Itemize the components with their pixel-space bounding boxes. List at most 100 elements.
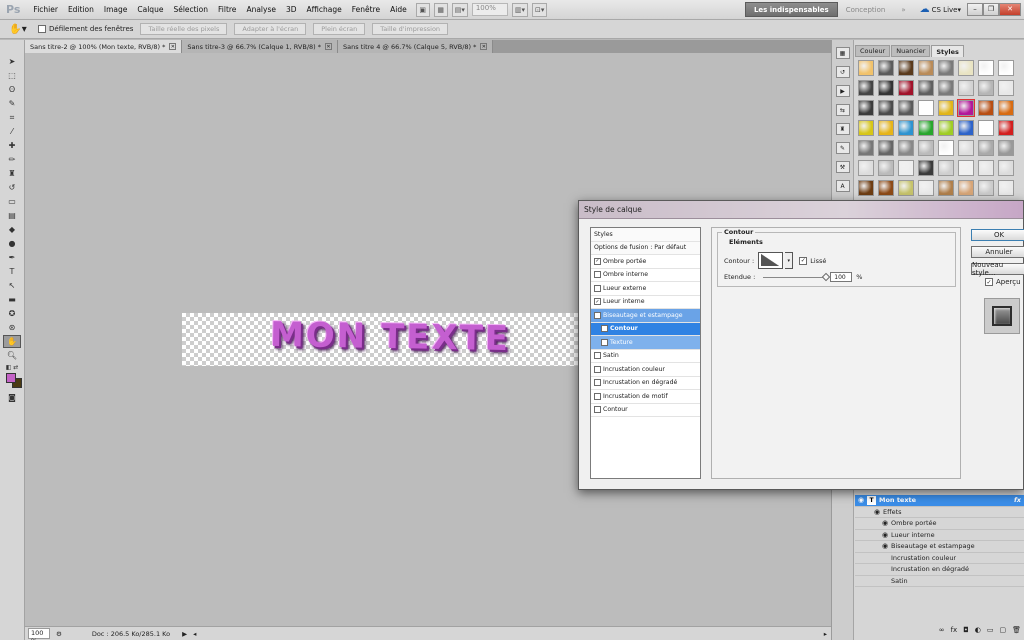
quick-select-tool-icon[interactable]: ✎ bbox=[3, 97, 21, 110]
style-swatch[interactable] bbox=[898, 160, 914, 176]
style-list-item[interactable]: Contour bbox=[591, 404, 700, 417]
smooth-checkbox[interactable]: ✓ bbox=[799, 256, 808, 265]
tab-nuancier[interactable]: Nuancier bbox=[891, 45, 931, 57]
foreground-color-swatch[interactable] bbox=[6, 373, 16, 383]
style-swatch[interactable] bbox=[938, 80, 954, 96]
blend-options-row[interactable]: Options de fusion : Par défaut bbox=[591, 241, 700, 255]
checkbox-icon[interactable] bbox=[601, 338, 608, 346]
new-layer-icon[interactable]: ▢ bbox=[999, 626, 1006, 638]
gradient-tool-icon[interactable]: ▤ bbox=[3, 209, 21, 222]
menu-image[interactable]: Image bbox=[99, 5, 133, 14]
layer-effects-row[interactable]: ◉ Effets bbox=[855, 507, 1024, 518]
style-swatch[interactable] bbox=[878, 120, 894, 136]
style-list-item[interactable]: Satin bbox=[591, 350, 700, 363]
healing-tool-icon[interactable]: ✚ bbox=[3, 139, 21, 152]
style-swatch[interactable] bbox=[918, 180, 934, 196]
style-swatch[interactable] bbox=[958, 160, 974, 176]
style-swatch[interactable] bbox=[998, 120, 1014, 136]
character-icon[interactable]: A bbox=[835, 180, 850, 192]
style-swatch[interactable] bbox=[858, 140, 874, 156]
hand-tool-preset-icon[interactable]: ✋▾ bbox=[6, 22, 30, 37]
extras-icon[interactable]: ▤▾ bbox=[451, 2, 468, 17]
tab-styles[interactable]: Styles bbox=[931, 45, 964, 57]
style-swatch[interactable] bbox=[958, 140, 974, 156]
layer-effect-row[interactable]: Incrustation couleur bbox=[855, 553, 1024, 564]
swap-colors-icon[interactable]: ◧ ⇄ bbox=[3, 363, 21, 371]
style-swatch[interactable] bbox=[978, 100, 994, 116]
add-style-icon[interactable]: fx bbox=[951, 626, 958, 638]
close-icon[interactable]: ✕ bbox=[999, 2, 1021, 16]
range-slider[interactable] bbox=[763, 272, 831, 281]
menu-affichage[interactable]: Affichage bbox=[302, 5, 347, 14]
mini-bridge-icon[interactable]: ▦ bbox=[835, 47, 850, 59]
3d-rotate-tool-icon[interactable]: ✪ bbox=[3, 307, 21, 320]
quick-mask-icon[interactable]: ◙ bbox=[3, 391, 21, 404]
tab-sans-titre-4[interactable]: Sans titre 4 @ 66.7% (Calque 5, RVB/8) *… bbox=[338, 40, 494, 53]
style-swatch[interactable] bbox=[978, 60, 994, 76]
style-swatch[interactable] bbox=[958, 120, 974, 136]
style-swatch[interactable] bbox=[878, 180, 894, 196]
style-swatch[interactable] bbox=[878, 160, 894, 176]
scroll-right-icon[interactable]: ▸ bbox=[824, 630, 827, 638]
checkbox-icon[interactable] bbox=[594, 284, 601, 292]
clone-stamp-tool-icon[interactable]: ♜ bbox=[3, 167, 21, 180]
menu-3d[interactable]: 3D bbox=[281, 5, 302, 14]
checkbox-icon[interactable] bbox=[594, 392, 601, 400]
zoom-level-field[interactable]: 100% bbox=[471, 3, 508, 16]
crop-tool-icon[interactable]: ⌗ bbox=[3, 111, 21, 124]
menu-filtre[interactable]: Filtre bbox=[213, 5, 241, 14]
workspace-design-button[interactable]: Conception bbox=[838, 2, 894, 17]
restore-icon[interactable]: ❐ bbox=[983, 2, 999, 16]
add-mask-icon[interactable]: ◘ bbox=[963, 626, 969, 638]
menu-calque[interactable]: Calque bbox=[132, 5, 168, 14]
visibility-eye-icon[interactable]: ◉ bbox=[879, 542, 891, 550]
slider-thumb[interactable] bbox=[822, 272, 831, 281]
visibility-eye-icon[interactable]: ◉ bbox=[855, 496, 867, 504]
brush-tool-icon[interactable]: ✏ bbox=[3, 153, 21, 166]
style-swatch[interactable] bbox=[878, 100, 894, 116]
range-input[interactable]: 100 bbox=[830, 272, 853, 282]
type-tool-icon[interactable]: T bbox=[3, 265, 21, 278]
style-list-item[interactable]: Texture bbox=[591, 336, 700, 350]
minibridge-icon[interactable]: ▦ bbox=[433, 2, 448, 17]
layer-fx-icon[interactable]: fx bbox=[1014, 496, 1021, 504]
style-list-item[interactable]: Incrustation couleur bbox=[591, 363, 700, 377]
document-canvas[interactable]: MON TEXTE bbox=[182, 313, 582, 366]
layer-effect-row[interactable]: ◉ Ombre portée bbox=[855, 518, 1024, 530]
checkbox-icon[interactable] bbox=[594, 379, 601, 387]
fit-screen-button[interactable]: Adapter à l'écran bbox=[234, 23, 307, 35]
style-swatch[interactable] bbox=[918, 160, 934, 176]
style-swatch[interactable] bbox=[978, 120, 994, 136]
style-list-item[interactable]: ✓ Ombre portée bbox=[591, 255, 700, 269]
layer-effect-row[interactable]: Satin bbox=[855, 576, 1024, 587]
marquee-tool-icon[interactable]: ⬚ bbox=[3, 69, 21, 82]
checkbox-icon[interactable]: ✓ bbox=[594, 257, 601, 265]
style-swatch[interactable] bbox=[998, 180, 1014, 196]
cs-live-button[interactable]: ☁ CS Live ▾ bbox=[920, 4, 961, 15]
style-swatch[interactable] bbox=[858, 120, 874, 136]
styles-header-row[interactable]: Styles bbox=[591, 228, 700, 242]
tab-couleur[interactable]: Couleur bbox=[855, 45, 891, 57]
tab-sans-titre-2[interactable]: Sans titre-2 @ 100% (Mon texte, RVB/8) *… bbox=[25, 40, 183, 53]
new-group-icon[interactable]: ▭ bbox=[987, 626, 994, 638]
scroll-left-icon[interactable]: ◂ bbox=[193, 630, 196, 638]
screen-mode-icon[interactable]: ⊡▾ bbox=[531, 2, 548, 17]
style-swatch[interactable] bbox=[898, 80, 914, 96]
move-tool-icon[interactable]: ➤ bbox=[3, 55, 21, 68]
tool-presets-icon[interactable]: ⚒ bbox=[835, 161, 850, 173]
brush-presets-icon[interactable]: ✎ bbox=[835, 142, 850, 154]
style-list-item[interactable]: Lueur externe bbox=[591, 282, 700, 296]
menu-edition[interactable]: Edition bbox=[63, 5, 99, 14]
checkbox-icon[interactable]: ✓ bbox=[594, 298, 601, 306]
hand-tool-icon[interactable]: ✋ bbox=[3, 335, 21, 348]
style-swatch[interactable] bbox=[938, 60, 954, 76]
style-swatch[interactable] bbox=[978, 80, 994, 96]
history-icon[interactable]: ↺ bbox=[835, 66, 850, 78]
tab-close-icon[interactable]: ✕ bbox=[480, 43, 488, 50]
style-swatch[interactable] bbox=[938, 140, 954, 156]
style-swatch[interactable] bbox=[938, 100, 954, 116]
delete-layer-icon[interactable]: 🗑︎ bbox=[1012, 626, 1021, 638]
style-list-item[interactable]: Incrustation de motif bbox=[591, 390, 700, 404]
tab-sans-titre-3[interactable]: Sans titre-3 @ 66.7% (Calque 1, RVB/8) *… bbox=[182, 40, 339, 53]
chevron-down-icon[interactable]: ▾ bbox=[785, 252, 794, 269]
